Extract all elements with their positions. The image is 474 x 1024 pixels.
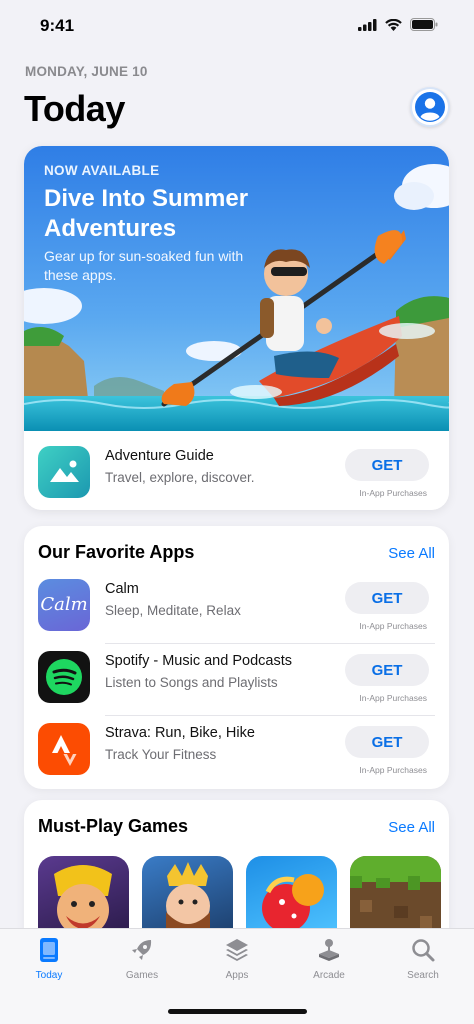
status-icons	[358, 18, 438, 31]
calm-icon-text: Calm	[40, 594, 88, 615]
wifi-icon	[385, 18, 402, 31]
today-icon	[40, 938, 58, 962]
feature-app-row[interactable]: Adventure Guide Travel, explore, discove…	[24, 431, 449, 510]
joystick-icon	[319, 939, 339, 961]
tab-label: Games	[125, 970, 159, 981]
app-description: Listen to Songs and Playlists	[105, 675, 278, 690]
clash-barbarian-icon[interactable]	[38, 856, 129, 936]
favorite-apps-card: Our Favorite Apps See All Calm Calm Slee…	[24, 526, 449, 789]
grass-block-icon[interactable]	[350, 856, 441, 936]
home-indicator[interactable]	[168, 1009, 307, 1014]
tab-games[interactable]: Games	[107, 937, 177, 981]
section-title: Must-Play Games	[38, 816, 189, 836]
in-app-purchases-note: In-App Purchases	[359, 693, 427, 703]
list-item[interactable]: Adventure Guide Travel, explore, discove…	[38, 439, 435, 510]
games-row	[38, 856, 441, 936]
see-all-link[interactable]: See All	[388, 819, 435, 836]
signal-icon	[358, 18, 377, 31]
tab-label: Arcade	[313, 970, 345, 981]
get-button[interactable]: GET	[345, 449, 429, 481]
status-time: 9:41	[40, 16, 75, 35]
in-app-purchases-note: In-App Purchases	[359, 765, 427, 775]
section-title: Our Favorite Apps	[38, 542, 195, 562]
tab-label: Search	[407, 970, 439, 981]
mountain-photo-icon	[38, 446, 90, 498]
tab-apps[interactable]: Apps	[202, 937, 272, 981]
person-icon	[415, 92, 445, 122]
get-button[interactable]: GET	[345, 582, 429, 614]
feature-eyebrow: NOW AVAILABLE	[44, 163, 160, 178]
battery-icon	[410, 18, 438, 31]
get-button[interactable]: GET	[345, 726, 429, 758]
spotify-icon	[38, 651, 90, 703]
tab-arcade[interactable]: Arcade	[294, 937, 364, 981]
list-item[interactable]: Calm Calm Sleep, Meditate, Relax GET In-…	[38, 572, 435, 644]
app-description: Track Your Fitness	[105, 747, 217, 762]
tab-label: Apps	[225, 970, 249, 981]
app-description: Travel, explore, discover.	[105, 470, 255, 485]
app-description: Sleep, Meditate, Relax	[105, 603, 241, 618]
app-name: Spotify - Music and Podcasts	[105, 653, 292, 669]
search-icon	[412, 939, 435, 962]
layers-icon	[226, 939, 248, 961]
feature-subtitle: Gear up for sun-soaked fun with these ap…	[44, 248, 244, 283]
date-label: MONDAY, JUNE 10	[25, 64, 148, 79]
strava-icon	[38, 723, 90, 775]
list-item[interactable]: Strava: Run, Bike, Hike Track Your Fitne…	[38, 716, 435, 788]
tab-search[interactable]: Search	[388, 937, 458, 981]
king-character-icon[interactable]	[142, 856, 233, 936]
app-name: Adventure Guide	[105, 448, 214, 464]
get-button[interactable]: GET	[345, 654, 429, 686]
status-bar: 9:41	[0, 0, 474, 52]
see-all-link[interactable]: See All	[388, 545, 435, 562]
rocket-icon	[132, 940, 152, 960]
list-item[interactable]: Spotify - Music and Podcasts Listen to S…	[38, 644, 435, 716]
app-name: Calm	[105, 581, 139, 597]
page-title: Today	[24, 88, 125, 129]
account-button[interactable]	[410, 87, 450, 127]
in-app-purchases-note: In-App Purchases	[359, 621, 427, 631]
calm-icon: Calm	[38, 579, 90, 631]
featured-story-card[interactable]: NOW AVAILABLE Dive Into Summer Adventure…	[24, 146, 449, 510]
app-store-screen: 9:41 MONDAY, JUNE 10 Today NOW AVAILABLE…	[0, 0, 474, 1024]
tab-today[interactable]: Today	[14, 937, 84, 981]
tab-label: Today	[35, 970, 63, 981]
in-app-purchases-note: In-App Purchases	[359, 488, 427, 498]
feature-headline: Dive Into Summer Adventures	[44, 185, 249, 242]
app-name: Strava: Run, Bike, Hike	[105, 725, 255, 741]
candy-icon[interactable]	[246, 856, 337, 936]
